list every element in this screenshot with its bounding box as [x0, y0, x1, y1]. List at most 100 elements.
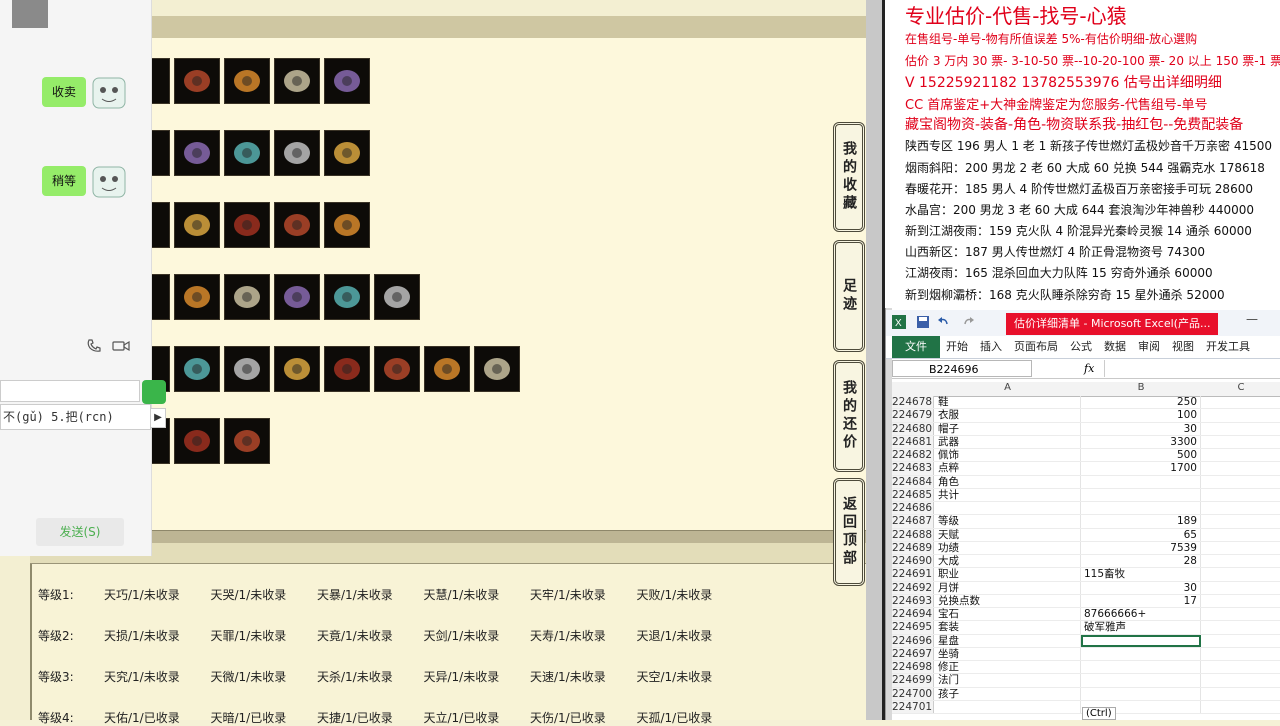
level-cell[interactable]: 天究/1/未收录: [104, 668, 211, 685]
row-number[interactable]: 224678: [892, 396, 934, 409]
cell-a[interactable]: 佩饰: [934, 449, 1081, 462]
item-slot[interactable]: [274, 58, 320, 104]
ime-candidate-bar[interactable]: 不(gǔ) 5.把(rcn): [0, 404, 151, 430]
cell-a[interactable]: [934, 700, 1081, 713]
ime-logo-icon[interactable]: [142, 380, 166, 404]
item-slot[interactable]: [324, 130, 370, 176]
cell-b[interactable]: [1081, 687, 1201, 700]
item-slot[interactable]: [274, 202, 320, 248]
item-slot-partial[interactable]: [150, 130, 170, 176]
item-slot[interactable]: [374, 346, 420, 392]
item-slot[interactable]: [324, 274, 370, 320]
cell-a[interactable]: 鞋: [934, 396, 1081, 409]
level-cell[interactable]: 天竟/1/未收录: [317, 627, 424, 644]
item-slot[interactable]: [174, 346, 220, 392]
ime-input-bar[interactable]: [0, 380, 140, 402]
level-cell[interactable]: 天哭/1/未收录: [211, 586, 318, 603]
level-cell[interactable]: 天杀/1/未收录: [317, 668, 424, 685]
cell-a[interactable]: 月饼: [934, 581, 1081, 594]
item-slot[interactable]: [324, 58, 370, 104]
send-button[interactable]: 发送(S): [36, 518, 124, 546]
row-number[interactable]: 224693: [892, 594, 934, 607]
avatar[interactable]: [12, 0, 48, 28]
level-cell[interactable]: 天空/1/未收录: [637, 668, 744, 685]
page-scrollbar[interactable]: [866, 0, 882, 720]
level-cell[interactable]: 天寿/1/未收录: [530, 627, 637, 644]
cell-a[interactable]: 套装: [934, 621, 1081, 634]
cell-a[interactable]: 天赋: [934, 528, 1081, 541]
level-cell[interactable]: 天孤/1/已收录: [637, 709, 744, 726]
item-slot[interactable]: [224, 346, 270, 392]
row-number[interactable]: 224684: [892, 475, 934, 488]
row-number[interactable]: 224699: [892, 674, 934, 687]
cell-a[interactable]: 点粹: [934, 462, 1081, 475]
row-number[interactable]: 224681: [892, 435, 934, 448]
item-slot[interactable]: [374, 274, 420, 320]
level-cell[interactable]: 天败/1/未收录: [637, 586, 744, 603]
row-number[interactable]: 224700: [892, 687, 934, 700]
row-number[interactable]: 224686: [892, 502, 934, 515]
row-number[interactable]: 224697: [892, 647, 934, 660]
cell-a[interactable]: 等级: [934, 515, 1081, 528]
formula-input[interactable]: [1104, 360, 1280, 377]
row-number[interactable]: 224687: [892, 515, 934, 528]
undo-icon[interactable]: [936, 315, 950, 329]
cell-b[interactable]: 100: [1081, 409, 1201, 422]
ribbon-tab[interactable]: 审阅: [1132, 336, 1166, 358]
cell-b[interactable]: [1081, 502, 1201, 515]
name-box[interactable]: B224696: [892, 360, 1032, 377]
item-slot[interactable]: [224, 418, 270, 464]
item-slot[interactable]: [174, 130, 220, 176]
level-cell[interactable]: 天退/1/未收录: [637, 627, 744, 644]
cell-b[interactable]: [1081, 674, 1201, 687]
level-cell[interactable]: 天牢/1/未收录: [530, 586, 637, 603]
file-tab[interactable]: 文件: [892, 336, 940, 358]
item-slot[interactable]: [174, 418, 220, 464]
column-header[interactable]: B: [1081, 382, 1201, 393]
cell-b[interactable]: [1081, 634, 1201, 647]
cell-b[interactable]: 189: [1081, 515, 1201, 528]
cell-a[interactable]: 武器: [934, 435, 1081, 448]
ribbon-tab[interactable]: 页面布局: [1008, 336, 1064, 358]
ribbon-tab[interactable]: 插入: [974, 336, 1008, 358]
item-slot[interactable]: [174, 58, 220, 104]
cell-a[interactable]: 兑换点数: [934, 594, 1081, 607]
row-number[interactable]: 224694: [892, 608, 934, 621]
level-cell[interactable]: 天捷/1/已收录: [317, 709, 424, 726]
cell-b[interactable]: 3300: [1081, 435, 1201, 448]
level-cell[interactable]: 天剑/1/未收录: [424, 627, 531, 644]
minimize-icon[interactable]: —: [1246, 312, 1258, 326]
chat-message[interactable]: 稍等: [42, 166, 87, 196]
next-page-icon[interactable]: ▶: [150, 408, 166, 428]
column-header[interactable]: C: [1201, 382, 1280, 393]
cell-b[interactable]: 87666666+: [1081, 608, 1201, 621]
row-number[interactable]: 224683: [892, 462, 934, 475]
cell-a[interactable]: 职业: [934, 568, 1081, 581]
item-slot[interactable]: [224, 130, 270, 176]
row-number[interactable]: 224701: [892, 700, 934, 713]
item-slot[interactable]: [174, 274, 220, 320]
fx-icon[interactable]: fx: [1084, 360, 1094, 378]
row-number[interactable]: 224689: [892, 541, 934, 554]
level-cell[interactable]: 天立/1/已收录: [424, 709, 531, 726]
level-cell[interactable]: 天损/1/未收录: [104, 627, 211, 644]
item-slot[interactable]: [224, 58, 270, 104]
row-number[interactable]: 224682: [892, 449, 934, 462]
side-button[interactable]: 我的收藏: [833, 122, 865, 232]
cell-b[interactable]: 17: [1081, 594, 1201, 607]
item-slot[interactable]: [424, 346, 470, 392]
cell-a[interactable]: 衣服: [934, 409, 1081, 422]
level-cell[interactable]: 天巧/1/未收录: [104, 586, 211, 603]
sticker-icon[interactable]: [92, 166, 126, 198]
item-slot[interactable]: [474, 346, 520, 392]
item-slot[interactable]: [274, 130, 320, 176]
row-number[interactable]: 224695: [892, 621, 934, 634]
side-button[interactable]: 我的还价: [833, 360, 865, 472]
redo-icon[interactable]: [962, 315, 976, 329]
sticker-icon[interactable]: [92, 77, 126, 109]
cell-b[interactable]: [1081, 488, 1201, 501]
row-number[interactable]: 224690: [892, 555, 934, 568]
level-cell[interactable]: 天慧/1/未收录: [424, 586, 531, 603]
level-cell[interactable]: 天佑/1/已收录: [104, 709, 211, 726]
row-number[interactable]: 224698: [892, 661, 934, 674]
